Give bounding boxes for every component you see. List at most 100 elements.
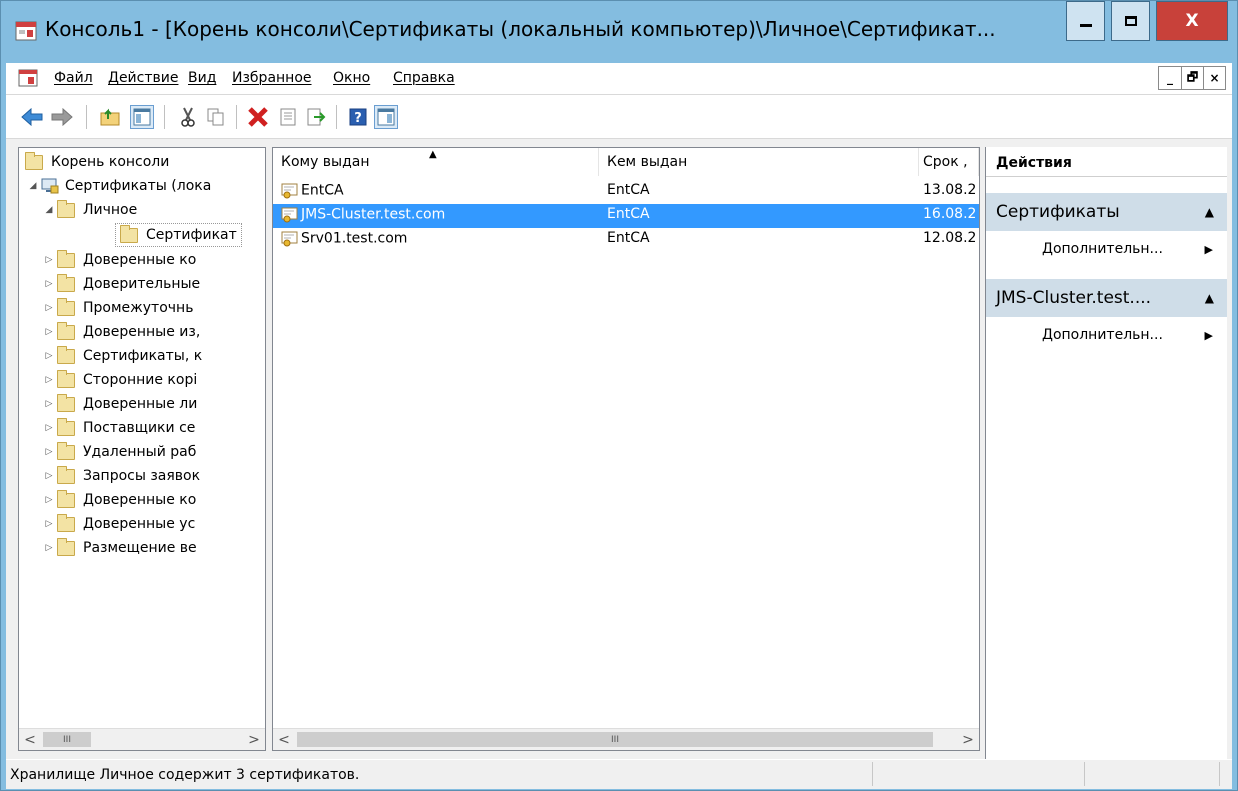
tree-node-label: Сертификат	[146, 227, 237, 243]
toolbar-separator	[336, 105, 337, 129]
expand-icon[interactable]: ▷	[41, 279, 57, 289]
menu-file[interactable]: Файл	[54, 70, 93, 86]
export-list-icon[interactable]	[304, 105, 328, 129]
tree-node-store[interactable]: ▷ Сторонние корі	[41, 368, 197, 392]
main-area: Корень консоли ◢ Сертификаты (лока ◢ Лич…	[6, 139, 1232, 759]
expand-icon[interactable]: ▷	[41, 543, 57, 553]
expand-icon[interactable]: ▷	[41, 399, 57, 409]
tree-node-label: Размещение ве	[83, 540, 197, 556]
maximize-icon	[1124, 16, 1137, 26]
tree-node-root[interactable]: Корень консоли	[25, 150, 169, 174]
cell-issued-to: EntCA	[281, 182, 344, 199]
minimize-button[interactable]	[1066, 1, 1105, 41]
collapse-section-icon[interactable]: ▲	[1205, 205, 1214, 219]
tree-node-label: Доверенные ли	[83, 396, 198, 412]
mdi-close-button[interactable]: ×	[1203, 67, 1225, 89]
tree-node-label: Промежуточнь	[83, 300, 194, 316]
scrollbar-thumb[interactable]: III	[297, 732, 933, 747]
help-icon[interactable]: ?	[346, 105, 370, 129]
list-horizontal-scrollbar[interactable]: < III >	[273, 728, 979, 750]
back-icon[interactable]	[20, 105, 44, 129]
more-actions-certificates[interactable]: Дополнительн...	[1042, 241, 1163, 257]
mmc-window: Консоль1 - [Корень консоли\Сертификаты (…	[0, 0, 1238, 791]
toolbar: ?	[6, 95, 1232, 139]
expand-icon[interactable]: ▷	[41, 351, 57, 361]
column-header-issued-by[interactable]: Кем выдан	[599, 148, 919, 176]
show-hide-tree-icon[interactable]	[130, 105, 154, 129]
actions-section-selected-item[interactable]: JMS-Cluster.test.... ▲	[986, 279, 1227, 317]
properties-icon[interactable]	[276, 105, 300, 129]
expand-icon[interactable]: ▷	[41, 423, 57, 433]
expand-icon[interactable]: ▷	[41, 327, 57, 337]
title-bar[interactable]: Консоль1 - [Корень консоли\Сертификаты (…	[1, 1, 1237, 63]
tree-node-label: Доверительные	[83, 276, 201, 292]
scroll-left-button[interactable]: <	[273, 729, 295, 750]
cell-issued-to: Srv01.test.com	[281, 230, 407, 247]
tree-node-personal[interactable]: ◢ Личное	[41, 198, 137, 222]
up-folder-icon[interactable]	[98, 105, 122, 129]
scroll-left-button[interactable]: <	[19, 729, 41, 750]
expand-icon[interactable]: ▷	[41, 447, 57, 457]
actions-section-certificates[interactable]: Сертификаты ▲	[986, 193, 1227, 231]
tree-node-store[interactable]: ▷ Доверительные	[41, 272, 200, 296]
certificate-row[interactable]: Srv01.test.com EntCA 12.08.2	[273, 228, 979, 252]
mdi-restore-button[interactable]: 🗗	[1181, 67, 1203, 89]
close-button[interactable]: X	[1156, 1, 1228, 41]
certificate-row-selected[interactable]: JMS-Cluster.test.com EntCA 16.08.2	[273, 204, 979, 228]
tree-node-store[interactable]: ▷ Доверенные ли	[41, 392, 197, 416]
tree-node-label: Сертификаты, к	[83, 348, 203, 364]
delete-icon[interactable]	[246, 105, 270, 129]
menu-window[interactable]: Окно	[333, 70, 370, 86]
tree-node-label: Поставщики се	[83, 420, 196, 436]
tree-node-store[interactable]: ▷ Доверенные ко	[41, 248, 196, 272]
tree-node-certificates-local[interactable]: ◢ Сертификаты (лока	[25, 174, 212, 198]
tree-node-personal-certificates[interactable]: Сертификат	[115, 223, 242, 247]
maximize-button[interactable]	[1111, 1, 1150, 41]
tree-node-store[interactable]: ▷ Сертификаты, к	[41, 344, 202, 368]
more-actions-selected-item[interactable]: Дополнительн...	[1042, 327, 1163, 343]
expand-icon[interactable]: ▷	[41, 471, 57, 481]
cut-icon[interactable]	[176, 105, 200, 129]
toolbar-separator	[164, 105, 165, 129]
mdi-minimize-button[interactable]: _	[1159, 67, 1181, 89]
expand-icon[interactable]: ▷	[41, 495, 57, 505]
certificate-row[interactable]: EntCA EntCA 13.08.2	[273, 180, 979, 204]
tree-horizontal-scrollbar[interactable]: < III >	[19, 728, 265, 750]
copy-icon[interactable]	[204, 105, 228, 129]
scroll-right-button[interactable]: >	[957, 729, 979, 750]
collapse-icon[interactable]: ◢	[41, 205, 57, 215]
tree-node-label: Корень консоли	[51, 154, 170, 170]
tree-node-store[interactable]: ▷ Доверенные ус	[41, 512, 195, 536]
console-menu-icon[interactable]	[18, 68, 38, 88]
menu-action[interactable]: Действие	[108, 70, 178, 86]
expand-icon[interactable]: ▷	[41, 255, 57, 265]
collapse-section-icon[interactable]: ▲	[1205, 291, 1214, 305]
menu-help[interactable]: Справка	[393, 70, 455, 86]
certificate-list: Кому выдан ▲ Кем выдан Срок , EntCA EntC…	[272, 147, 980, 751]
menu-favorites[interactable]: Избранное	[232, 70, 312, 86]
scrollbar-thumb[interactable]: III	[43, 732, 91, 747]
scroll-right-button[interactable]: >	[243, 729, 265, 750]
tree-node-store[interactable]: ▷ Доверенные ко	[41, 488, 196, 512]
column-header-issued-to[interactable]: Кому выдан ▲	[273, 148, 599, 176]
forward-icon[interactable]	[50, 105, 74, 129]
show-hide-action-pane-icon[interactable]	[374, 105, 398, 129]
expand-icon[interactable]: ▷	[41, 375, 57, 385]
tree-node-store[interactable]: ▷ Промежуточнь	[41, 296, 193, 320]
submenu-arrow-icon: ▶	[1204, 243, 1213, 256]
tree-node-store[interactable]: ▷ Размещение ве	[41, 536, 197, 560]
cell-issued-by: EntCA	[607, 230, 650, 246]
expand-icon[interactable]: ▷	[41, 519, 57, 529]
tree-node-store[interactable]: ▷ Поставщики се	[41, 416, 195, 440]
status-divider	[872, 762, 873, 786]
tree-node-store[interactable]: ▷ Запросы заявок	[41, 464, 200, 488]
column-header-expiration[interactable]: Срок ,	[919, 148, 979, 176]
expand-icon[interactable]: ▷	[41, 303, 57, 313]
tree-node-store[interactable]: ▷ Удаленный раб	[41, 440, 196, 464]
folder-icon	[57, 345, 75, 364]
collapse-icon[interactable]: ◢	[25, 181, 41, 191]
tree-node-store[interactable]: ▷ Доверенные из,	[41, 320, 200, 344]
folder-icon	[57, 199, 75, 218]
menu-view[interactable]: Вид	[188, 70, 216, 86]
tree-node-label: Сторонние корі	[83, 372, 198, 388]
